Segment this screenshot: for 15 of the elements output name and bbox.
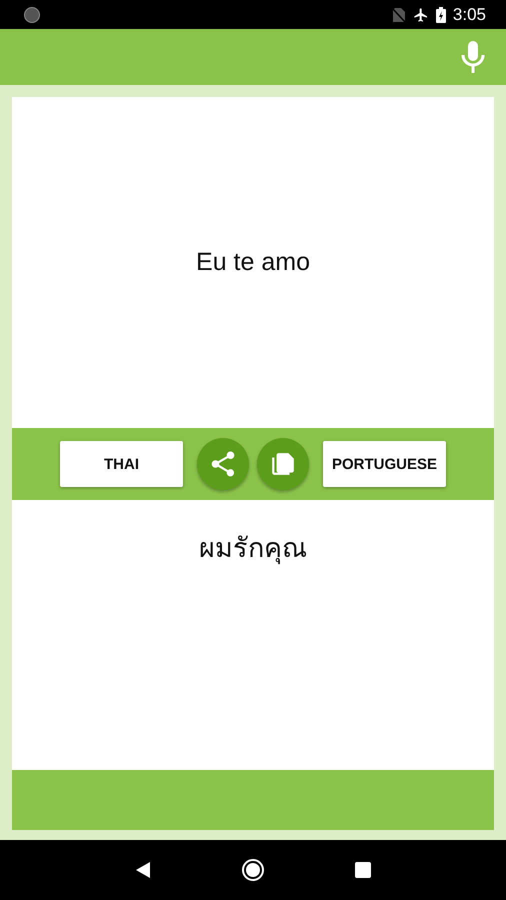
copy-icon [270, 451, 296, 477]
source-text: Eu te amo [196, 248, 310, 277]
translation-text: ผมรักคุณ [199, 532, 307, 566]
notification-icon [24, 6, 40, 22]
microphone-icon[interactable] [460, 41, 486, 73]
copy-button[interactable] [257, 438, 309, 490]
airplane-icon [412, 6, 429, 22]
clock-time: 3:05 [452, 4, 486, 24]
home-icon[interactable] [241, 858, 265, 882]
back-icon[interactable] [135, 861, 151, 879]
battery-icon [436, 6, 446, 22]
no-sim-icon [392, 6, 406, 22]
language-button[interactable]: PORTUGUESE [323, 441, 446, 487]
language-button[interactable]: THAI [60, 441, 183, 487]
share-button[interactable] [197, 438, 249, 490]
